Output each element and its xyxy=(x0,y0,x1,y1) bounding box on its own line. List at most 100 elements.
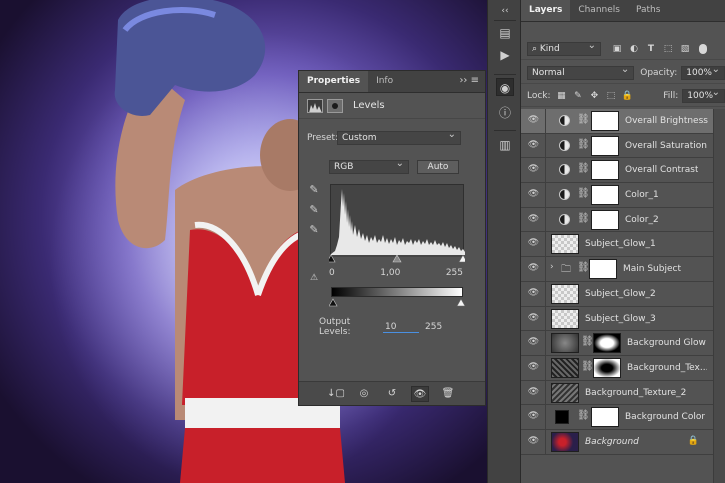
layer-name[interactable]: Background_Texture_2 xyxy=(585,381,686,405)
layer-mask-thumbnail[interactable] xyxy=(589,259,617,280)
layer-row-subject-glow-2[interactable]: 👁 Subject_Glow_2 xyxy=(521,281,725,307)
layer-name[interactable]: Subject_Glow_1 xyxy=(585,232,656,256)
layer-row-overall-contrast[interactable]: 👁 ⛓ Overall Contrast xyxy=(521,158,725,184)
visibility-eye-icon[interactable]: 👁 xyxy=(527,164,540,175)
visibility-eye-icon[interactable]: 👁 xyxy=(527,214,540,225)
opacity-input[interactable]: 100% xyxy=(681,64,725,80)
tab-channels[interactable]: Channels xyxy=(570,0,628,21)
visibility-eye-icon[interactable]: 👁 xyxy=(527,313,540,324)
pixel-filter-icon[interactable]: ▣ xyxy=(611,43,623,55)
clip-to-layer-icon[interactable]: ↓▢ xyxy=(327,386,345,402)
lock-all-icon[interactable]: 🔒 xyxy=(622,90,634,102)
link-chain-icon[interactable]: ⛓ xyxy=(577,213,590,224)
layer-name[interactable]: Overall Brightness xyxy=(625,109,708,133)
layer-thumbnail[interactable] xyxy=(551,234,579,255)
layer-row-background-texture[interactable]: 👁 ⛓ Background_Tex... xyxy=(521,355,725,381)
layer-thumbnail[interactable] xyxy=(551,333,579,354)
layer-row-overall-saturation[interactable]: 👁 ⛓ Overall Saturation xyxy=(521,133,725,159)
layer-row-overall-brightness[interactable]: 👁 ⛓ Overall Brightness xyxy=(521,109,725,134)
tab-info[interactable]: Info xyxy=(368,71,401,92)
link-chain-icon[interactable]: ⛓ xyxy=(577,262,590,273)
link-chain-icon[interactable]: ⛓ xyxy=(577,163,590,174)
layer-name[interactable]: Main Subject xyxy=(623,257,681,281)
fill-color-swatch[interactable] xyxy=(555,410,569,425)
visibility-eye-icon[interactable]: 👁 xyxy=(527,436,540,447)
layer-thumbnail[interactable] xyxy=(551,308,579,329)
visibility-eye-icon[interactable]: 👁 xyxy=(527,411,540,422)
layer-mask-thumbnail[interactable] xyxy=(591,160,619,181)
levels-adjustment-icon[interactable] xyxy=(307,98,323,113)
lock-position-icon[interactable]: ✥ xyxy=(589,90,601,102)
link-chain-icon[interactable]: ⛓ xyxy=(581,336,594,347)
clone-source-icon[interactable]: ▥ xyxy=(496,136,514,154)
layer-row-main-subject[interactable]: 👁 › 🗀 ⛓ Main Subject xyxy=(521,257,725,282)
layer-thumbnail[interactable] xyxy=(551,382,579,403)
input-black-value[interactable]: 0 xyxy=(329,268,335,278)
smart-object-filter-icon[interactable]: ▧ xyxy=(679,43,691,55)
visibility-eye-icon[interactable]: 👁 xyxy=(527,115,540,126)
panel-menu-icon[interactable]: ›› ≡ xyxy=(459,75,479,86)
layer-name[interactable]: Color_2 xyxy=(625,208,659,232)
layer-name[interactable]: Overall Contrast xyxy=(625,158,698,182)
layer-row-background-color[interactable]: 👁 ⛓ Background Color xyxy=(521,405,725,430)
input-levels-slider[interactable] xyxy=(329,254,465,264)
layer-row-background-glow[interactable]: 👁 ⛓ Background Glow xyxy=(521,331,725,356)
clipping-warning-icon[interactable]: ⚠ xyxy=(307,271,321,285)
channel-select[interactable]: RGB xyxy=(329,158,409,174)
layer-name[interactable]: Background_Tex... xyxy=(627,356,707,380)
layer-name[interactable]: Color_1 xyxy=(625,183,659,207)
view-previous-state-icon[interactable]: ◎ xyxy=(355,386,373,402)
layer-thumbnail[interactable] xyxy=(551,431,579,452)
tab-properties[interactable]: Properties xyxy=(299,71,369,92)
link-chain-icon[interactable]: ⛓ xyxy=(577,410,590,421)
layer-mask-thumbnail[interactable] xyxy=(593,357,621,378)
layer-row-color-1[interactable]: 👁 ⛓ Color_1 xyxy=(521,183,725,208)
adjustments-panel-icon[interactable]: ◉ xyxy=(496,78,514,96)
layer-row-subject-glow-1[interactable]: 👁 Subject_Glow_1 xyxy=(521,232,725,258)
expand-group-chevron-icon[interactable]: › xyxy=(550,262,554,272)
actions-play-icon[interactable]: ▶ xyxy=(496,46,514,64)
layer-mask-thumbnail[interactable] xyxy=(591,407,619,428)
visibility-eye-icon[interactable]: 👁 xyxy=(527,362,540,373)
visibility-eye-icon[interactable]: 👁 xyxy=(527,140,540,151)
link-chain-icon[interactable]: ⛓ xyxy=(581,361,594,372)
lock-image-icon[interactable]: ✎ xyxy=(572,90,584,102)
tab-paths[interactable]: Paths xyxy=(628,0,668,21)
collapse-icon[interactable]: ‹‹ xyxy=(496,2,514,20)
layer-row-subject-glow-3[interactable]: 👁 Subject_Glow_3 xyxy=(521,306,725,332)
lock-transparent-icon[interactable]: ▦ xyxy=(556,90,568,102)
reset-adjustment-icon[interactable]: ↺ xyxy=(383,386,401,402)
link-chain-icon[interactable]: ⛓ xyxy=(577,114,590,125)
output-levels-slider[interactable] xyxy=(329,298,465,308)
layer-name[interactable]: Background xyxy=(585,430,639,454)
layer-mask-thumbnail[interactable] xyxy=(591,185,619,206)
layer-thumbnail[interactable] xyxy=(551,283,579,304)
layer-name[interactable]: Overall Saturation xyxy=(625,134,707,158)
blend-mode-select[interactable]: Normal xyxy=(527,64,635,80)
adjustment-filter-icon[interactable]: ◐ xyxy=(628,43,640,55)
layer-thumbnail[interactable] xyxy=(551,357,579,378)
layer-mask-icon[interactable] xyxy=(327,98,343,113)
layer-name[interactable]: Subject_Glow_3 xyxy=(585,307,656,331)
shape-filter-icon[interactable]: ⬚ xyxy=(662,43,674,55)
layer-name[interactable]: Background Color xyxy=(625,405,705,429)
toggle-visibility-icon[interactable]: 👁 xyxy=(411,385,429,402)
visibility-eye-icon[interactable]: 👁 xyxy=(527,238,540,249)
black-point-eyedropper-icon[interactable]: ✎ xyxy=(307,183,321,197)
gray-point-eyedropper-icon[interactable]: ✎ xyxy=(307,203,321,217)
link-chain-icon[interactable]: ⛓ xyxy=(577,139,590,150)
info-panel-icon[interactable]: ⓘ xyxy=(496,104,514,122)
layer-row-background[interactable]: 👁 Background 🔒 xyxy=(521,429,725,455)
layer-mask-thumbnail[interactable] xyxy=(591,209,619,230)
output-black-value[interactable]: 10 xyxy=(383,322,419,333)
filter-kind-select[interactable]: ⌕ Kind xyxy=(527,40,601,56)
lock-artboard-icon[interactable]: ⬚ xyxy=(605,90,617,102)
input-white-value[interactable]: 255 xyxy=(446,268,463,278)
filter-toggle-icon[interactable] xyxy=(699,43,707,54)
type-filter-icon[interactable]: T xyxy=(645,43,657,55)
white-point-eyedropper-icon[interactable]: ✎ xyxy=(307,223,321,237)
visibility-eye-icon[interactable]: 👁 xyxy=(527,288,540,299)
visibility-eye-icon[interactable]: 👁 xyxy=(527,263,540,274)
link-chain-icon[interactable]: ⛓ xyxy=(577,188,590,199)
visibility-eye-icon[interactable]: 👁 xyxy=(527,337,540,348)
